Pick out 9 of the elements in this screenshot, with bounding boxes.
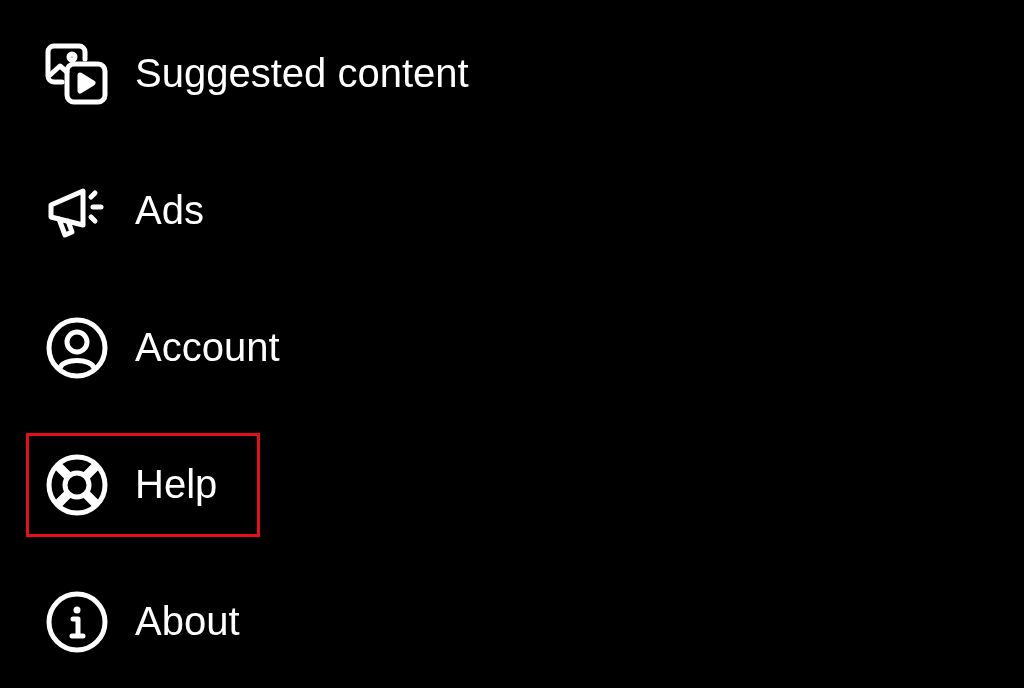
menu-item[interactable]: About: [26, 569, 283, 674]
menu-item[interactable]: Suggested content: [26, 21, 512, 126]
photo-video-icon: [45, 41, 109, 106]
menu-item[interactable]: Account: [26, 295, 323, 400]
lifebuoy-icon: [45, 452, 109, 517]
info-icon: [45, 589, 109, 654]
menu-item[interactable]: Help: [26, 432, 261, 537]
account-icon: [45, 315, 109, 380]
menu-item[interactable]: Ads: [26, 158, 247, 263]
